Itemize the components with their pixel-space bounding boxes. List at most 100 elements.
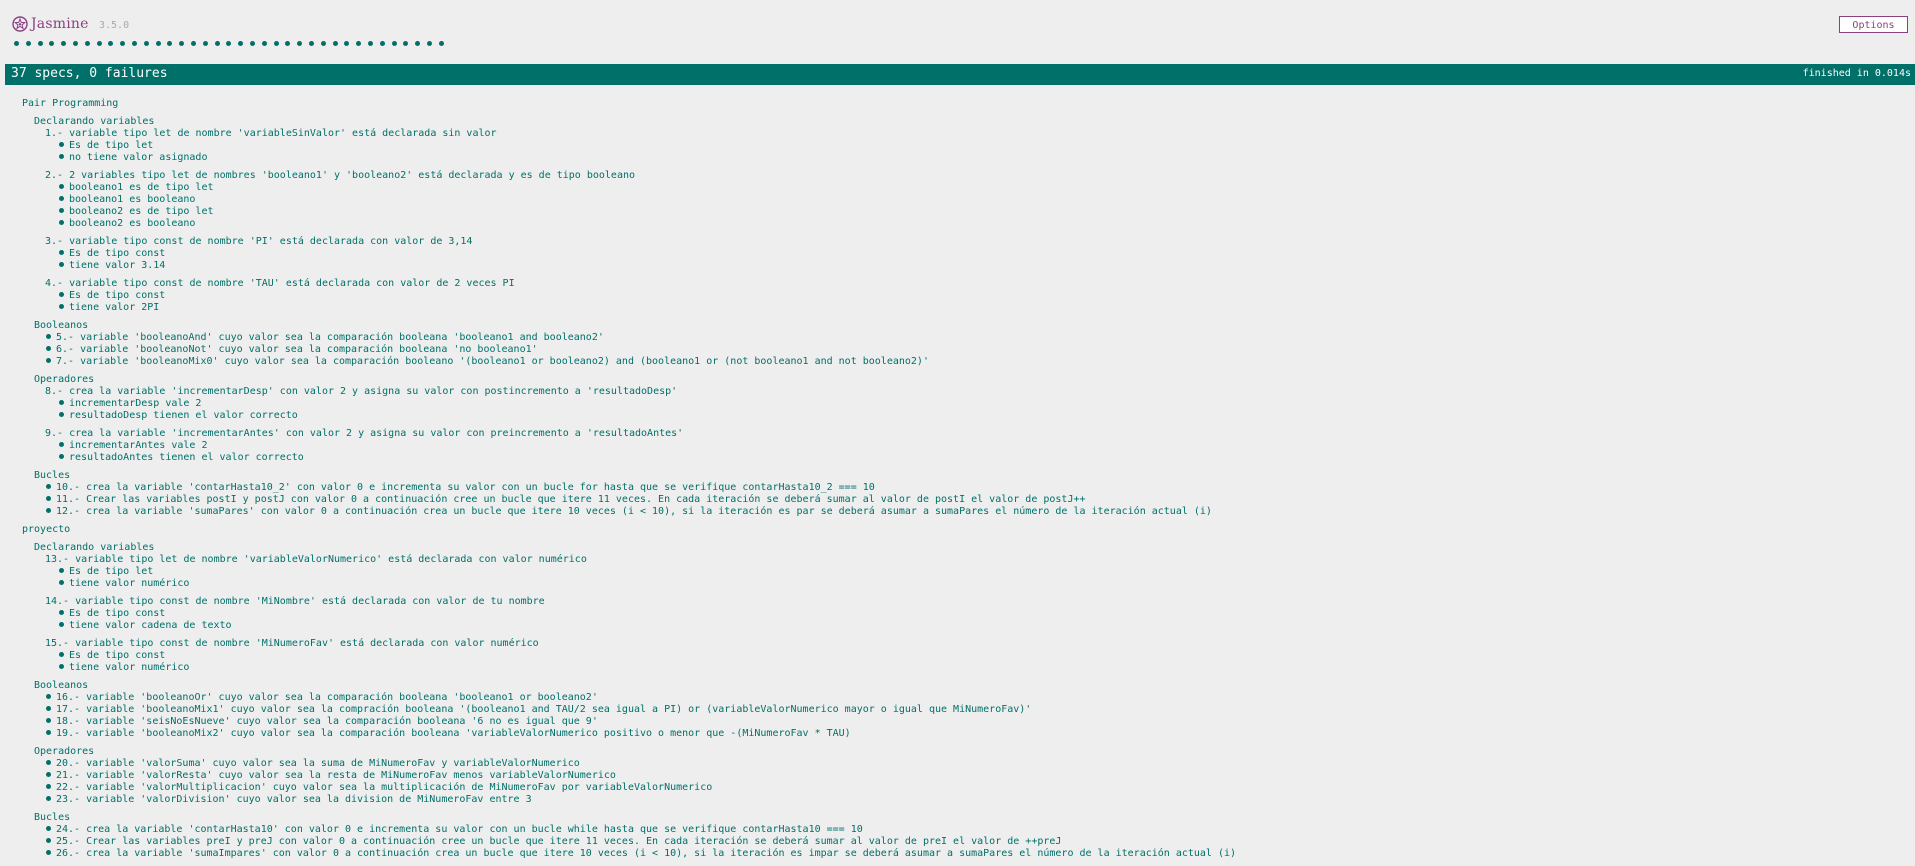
expectation-link[interactable]: Es de tipo const <box>69 608 165 619</box>
spec-dot[interactable] <box>167 41 173 46</box>
expectation-link[interactable]: Es de tipo let <box>69 140 153 151</box>
spec-dot[interactable] <box>202 41 208 46</box>
expectation-link[interactable]: 17.- variable 'booleanoMix1' cuyo valor … <box>56 704 1031 715</box>
expectation-link[interactable]: 10.- crea la variable 'contarHasta10_2' … <box>56 482 875 493</box>
spec-dot[interactable] <box>108 41 114 46</box>
expectation-link[interactable]: 25.- Crear las variables preI y preJ con… <box>56 836 1061 847</box>
expectation-link[interactable]: 26.- crea la variable 'sumaImpares' con … <box>56 848 1236 859</box>
spec-dot[interactable] <box>131 41 137 46</box>
spec-dot[interactable] <box>226 41 232 46</box>
expectation-link[interactable]: Es de tipo const <box>69 650 165 661</box>
spec-dot[interactable] <box>438 41 444 46</box>
spec-dot[interactable] <box>391 41 397 46</box>
suite-name[interactable]: Booleanos <box>34 320 88 331</box>
spec-dot[interactable] <box>214 41 220 46</box>
expectation-link[interactable]: booleano2 es de tipo let <box>69 206 214 217</box>
spec-dot[interactable] <box>344 41 350 46</box>
spec-dot[interactable] <box>179 41 185 46</box>
spec-name[interactable]: 2.- 2 variables tipo let de nombres 'boo… <box>45 170 635 181</box>
expectation-link[interactable]: Es de tipo const <box>69 290 165 301</box>
expectation-link[interactable]: booleano1 es de tipo let <box>69 182 214 193</box>
expectation-link[interactable]: resultadoAntes tienen el valor correcto <box>69 452 304 463</box>
spec-dot[interactable] <box>155 41 161 46</box>
spec-dot[interactable] <box>426 41 432 46</box>
spec-dot[interactable] <box>72 41 78 46</box>
spec-dot[interactable] <box>261 41 267 46</box>
spec-name[interactable]: 14.- variable tipo const de nombre 'MiNo… <box>45 596 545 607</box>
expectation-link[interactable]: booleano2 es booleano <box>69 218 195 229</box>
spec-name[interactable]: 8.- crea la variable 'incrementarDesp' c… <box>45 386 677 397</box>
suite-name[interactable]: Declarando variables <box>34 116 154 127</box>
spec-name[interactable]: 3.- variable tipo const de nombre 'PI' e… <box>45 236 472 247</box>
spec-dot[interactable] <box>332 41 338 46</box>
spec-dot[interactable] <box>143 41 149 46</box>
expectation-link[interactable]: no tiene valor asignado <box>69 152 207 163</box>
suite-name[interactable]: Bucles <box>34 812 70 823</box>
expectation-link[interactable]: 12.- crea la variable 'sumaPares' con va… <box>56 506 1212 517</box>
spec-dot[interactable] <box>61 41 67 46</box>
expectation-link[interactable]: 23.- variable 'valorDivision' cuyo valor… <box>56 794 532 805</box>
spec-dot[interactable] <box>308 41 314 46</box>
jasmine-logo[interactable]: Jasmine <box>12 16 89 32</box>
spec-dot[interactable] <box>273 41 279 46</box>
expectation-link[interactable]: Es de tipo let <box>69 566 153 577</box>
spec-name[interactable]: 9.- crea la variable 'incrementarAntes' … <box>45 428 683 439</box>
spec-name[interactable]: 13.- variable tipo let de nombre 'variab… <box>45 554 587 565</box>
spec-dot[interactable] <box>403 41 409 46</box>
spec-name[interactable]: 4.- variable tipo const de nombre 'TAU' … <box>45 278 515 289</box>
suite-name[interactable]: Operadores <box>34 746 94 757</box>
suite-name[interactable]: proyecto <box>22 524 70 535</box>
suite-name[interactable]: Declarando variables <box>34 542 154 553</box>
expectation-link[interactable]: incrementarDesp vale 2 <box>69 398 201 409</box>
expectation-link[interactable]: tiene valor 3.14 <box>69 260 165 271</box>
expectation-link[interactable]: tiene valor numérico <box>69 578 189 589</box>
expectation-link[interactable]: 18.- variable 'seisNoEsNueve' cuyo valor… <box>56 716 598 727</box>
expectation-row: Es de tipo let <box>59 566 153 578</box>
expectation-link[interactable]: 24.- crea la variable 'contarHasta10' co… <box>56 824 863 835</box>
options-button[interactable]: Options <box>1839 16 1908 33</box>
expectation-link[interactable]: 7.- variable 'booleanoMix0' cuyo valor s… <box>56 356 929 367</box>
expectation-link[interactable]: booleano1 es booleano <box>69 194 195 205</box>
spec-name[interactable]: 15.- variable tipo const de nombre 'MiNu… <box>45 638 539 649</box>
spec-dot[interactable] <box>297 41 303 46</box>
spec-dot[interactable] <box>14 41 19 46</box>
passed-bullet-icon <box>46 850 51 855</box>
expectation-link[interactable]: tiene valor numérico <box>69 662 189 673</box>
expectation-link[interactable]: 22.- variable 'valorMultiplicacion' cuyo… <box>56 782 712 793</box>
expectation-link[interactable]: 20.- variable 'valorSuma' cuyo valor sea… <box>56 758 580 769</box>
spec-dot[interactable] <box>238 41 244 46</box>
spec-dot[interactable] <box>320 41 326 46</box>
expectation-link[interactable]: incrementarAntes vale 2 <box>69 440 207 451</box>
passed-bullet-icon <box>59 184 64 189</box>
suite-name[interactable]: Booleanos <box>34 680 88 691</box>
spec-dot[interactable] <box>356 41 362 46</box>
suite-name[interactable]: Pair Programming <box>22 98 118 109</box>
spec-dot[interactable] <box>49 41 55 46</box>
spec-dot[interactable] <box>25 41 31 46</box>
passed-bullet-icon <box>59 568 64 573</box>
spec-dot[interactable] <box>285 41 291 46</box>
spec-dot[interactable] <box>190 41 196 46</box>
expectation-link[interactable]: 16.- variable 'booleanoOr' cuyo valor se… <box>56 692 598 703</box>
spec-dot[interactable] <box>120 41 126 46</box>
expectation-link[interactable]: Es de tipo const <box>69 248 165 259</box>
expectation-link[interactable]: 6.- variable 'booleanoNot' cuyo valor se… <box>56 344 538 355</box>
expectation-link[interactable]: 5.- variable 'booleanoAnd' cuyo valor se… <box>56 332 604 343</box>
spec-dot[interactable] <box>37 41 43 46</box>
spec-dot[interactable] <box>367 41 373 46</box>
expectation-link[interactable]: 19.- variable 'booleanoMix2' cuyo valor … <box>56 728 851 739</box>
suite-name[interactable]: Bucles <box>34 470 70 481</box>
expectation-link[interactable]: 21.- variable 'valorResta' cuyo valor se… <box>56 770 616 781</box>
spec-name[interactable]: 1.- variable tipo let de nombre 'variabl… <box>45 128 497 139</box>
spec-dot[interactable] <box>379 41 385 46</box>
spec-dot[interactable] <box>84 41 90 46</box>
expectation-link[interactable]: tiene valor 2PI <box>69 302 159 313</box>
spec-dot[interactable] <box>415 41 421 46</box>
expectation-link[interactable]: resultadoDesp tienen el valor correcto <box>69 410 298 421</box>
expectation-link[interactable]: tiene valor cadena de texto <box>69 620 232 631</box>
expectation-row: tiene valor 3.14 <box>59 260 165 272</box>
expectation-link[interactable]: 11.- Crear las variables postI y postJ c… <box>56 494 1086 505</box>
suite-name[interactable]: Operadores <box>34 374 94 385</box>
spec-dot[interactable] <box>249 41 255 46</box>
spec-dot[interactable] <box>96 41 102 46</box>
